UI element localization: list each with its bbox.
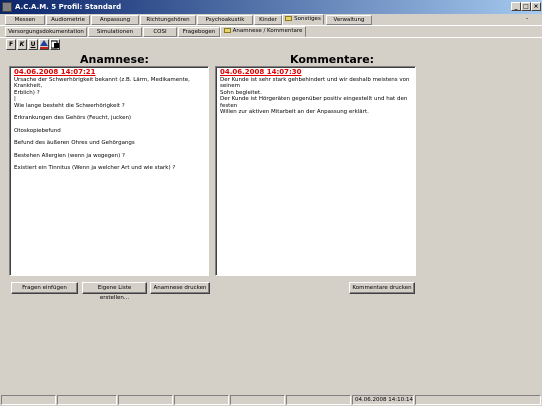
status-cell [230, 395, 285, 405]
underline-button[interactable]: U [28, 39, 38, 50]
status-cell [57, 395, 117, 405]
main-tabs: Messen Audiometrie Anpassung Richtungshö… [0, 14, 542, 25]
maximize-button[interactable]: □ [521, 2, 531, 11]
kommentare-drucken-button[interactable]: Kommentare drucken [349, 282, 415, 294]
status-cell [1, 395, 56, 405]
folder-icon [285, 16, 293, 21]
tab-anamnese-kommentare[interactable]: Anamnese / Kommentare [220, 26, 306, 37]
fragen-einfuegen-button[interactable]: Fragen einfügen [11, 282, 78, 294]
kommentare-line: Willen zur aktiven Mitarbeit an der Anpa… [220, 109, 369, 115]
close-button[interactable]: × [531, 2, 541, 11]
status-cell [415, 395, 541, 405]
anamnese-line: Existiert ein Tinnitus (Wenn ja welcher … [14, 165, 176, 171]
kommentare-date: 04.06.2008 14:07:30 [220, 68, 302, 76]
mdi-restore-icon[interactable]: - [526, 15, 528, 22]
anamnese-line: Ursache der Schwerhörigkeit bekannt (z.B… [14, 76, 190, 90]
tab-divider [0, 37, 542, 38]
anamnese-date: 04.06.2008 14:07:21 [14, 68, 96, 76]
tab-kinder[interactable]: Kinder [254, 15, 282, 25]
tab-richtungshoeren[interactable]: Richtungshören [140, 15, 196, 25]
insert-button[interactable] [50, 39, 60, 50]
tab-psychoakustik[interactable]: Psychoakustik [197, 15, 253, 25]
bold-button[interactable]: F [6, 39, 16, 50]
insert-icon [50, 40, 59, 49]
title-bar: A.C.A.M. 5 Profil: Standard _ □ × [0, 0, 542, 14]
tab-cosi[interactable]: COSI [143, 27, 177, 37]
anamnese-heading: Anamnese: [80, 53, 149, 66]
tab-sonstiges[interactable]: Sonstiges [282, 14, 324, 25]
window-title: A.C.A.M. 5 Profil: Standard [15, 3, 122, 11]
anamnese-editor[interactable]: 04.06.2008 14:07:21 Ursache der Schwerhö… [9, 66, 209, 276]
status-datetime: 04.06.2008 14:10:14 [352, 395, 414, 405]
status-bar: 04.06.2008 14:10:14 [0, 394, 542, 406]
anamnese-drucken-button[interactable]: Anamnese drucken [150, 282, 210, 294]
tab-verwaltung[interactable]: Verwaltung [326, 15, 372, 25]
tab-versorgungsdokumentation[interactable]: Versorgungsdokumentation [5, 27, 87, 37]
status-cell [118, 395, 173, 405]
status-cell [174, 395, 229, 405]
tab-simulationen[interactable]: Simulationen [88, 27, 142, 37]
kommentare-heading: Kommentare: [290, 53, 375, 66]
folder-icon [223, 28, 231, 33]
tab-anpassung[interactable]: Anpassung [91, 15, 139, 25]
italic-button[interactable]: K [17, 39, 27, 50]
eigene-liste-button[interactable]: Eigene Liste erstellen... [82, 282, 147, 301]
kommentare-line: Der Kunde ist Hörgeräten gegenüber posit… [220, 96, 408, 109]
tab-messen[interactable]: Messen [5, 15, 45, 25]
tab-anamnese-kommentare-label: Anamnese / Kommentare [232, 28, 303, 34]
status-cell [286, 395, 351, 405]
kommentare-editor[interactable]: 04.06.2008 14:07:30 Der Kunde ist sehr s… [215, 66, 416, 276]
font-color-icon [40, 40, 48, 49]
kommentare-line: Der Kunde ist sehr stark gehbehindert un… [220, 76, 410, 90]
font-color-button[interactable] [39, 39, 49, 50]
tab-sonstiges-label: Sonstiges [294, 16, 321, 22]
tab-audiometrie[interactable]: Audiometrie [46, 15, 90, 25]
minimize-button[interactable]: _ [511, 2, 521, 11]
sub-tabs: Versorgungsdokumentation Simulationen CO… [0, 26, 542, 37]
app-icon [2, 2, 12, 12]
tab-fragebogen[interactable]: Fragebogen [178, 27, 220, 37]
